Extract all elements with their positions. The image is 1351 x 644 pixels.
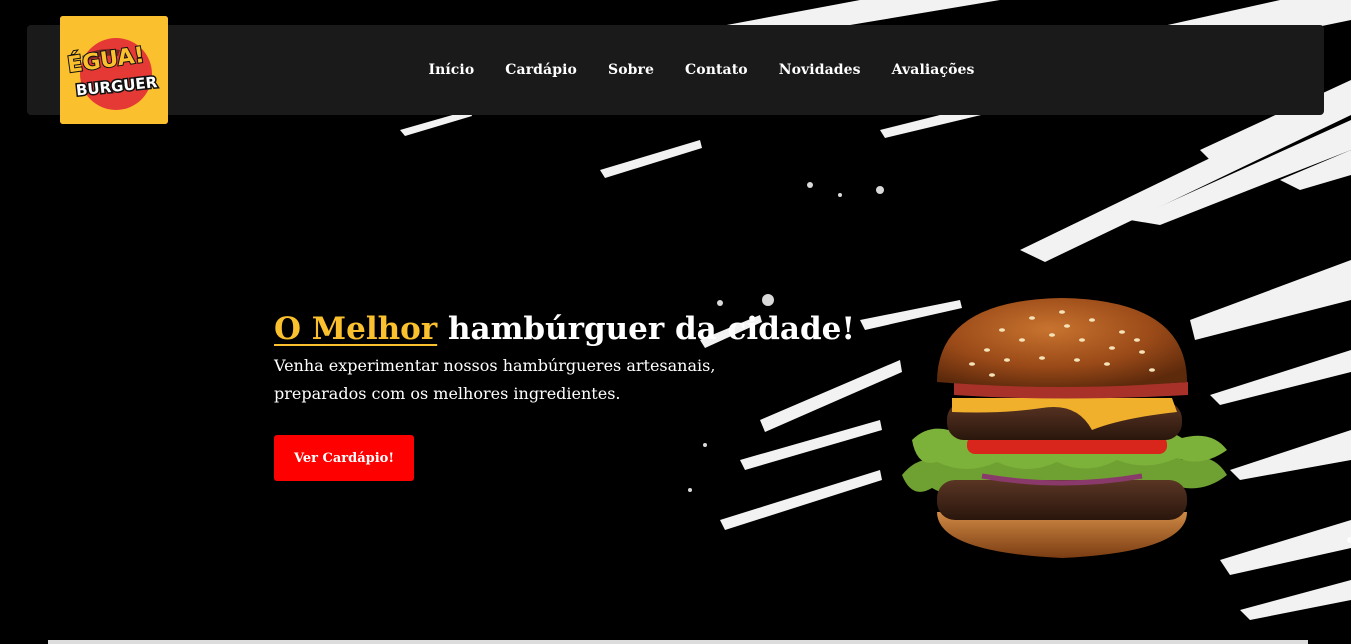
brand-logo[interactable]: ÉGUA! BURGUER [60, 16, 168, 124]
bottom-divider [48, 640, 1308, 644]
nav-link-avaliacoes[interactable]: Avaliações [892, 62, 975, 78]
burger-image [902, 298, 1227, 558]
nav-link-contato[interactable]: Contato [685, 62, 748, 78]
hero-title: O Melhor hambúrguer da cidade! [274, 306, 874, 352]
nav-menu: Início Cardápio Sobre Contato Novidades … [27, 25, 1324, 115]
hero-subtitle: Venha experimentar nossos hambúrgueres a… [274, 356, 716, 403]
view-menu-button[interactable]: Ver Cardápio! [274, 435, 414, 481]
hero-title-accent: O Melhor [274, 311, 438, 347]
hero-text: O Melhor hambúrguer da cidade! Venha exp… [274, 306, 874, 408]
hero-title-rest: hambúrguer da cidade! [437, 311, 855, 347]
nav-link-inicio[interactable]: Início [428, 62, 474, 78]
navbar: Início Cardápio Sobre Contato Novidades … [27, 25, 1324, 115]
logo-graphic: ÉGUA! BURGUER [60, 16, 168, 124]
nav-link-cardapio[interactable]: Cardápio [505, 62, 577, 78]
nav-link-novidades[interactable]: Novidades [779, 62, 861, 78]
nav-link-sobre[interactable]: Sobre [608, 62, 654, 78]
